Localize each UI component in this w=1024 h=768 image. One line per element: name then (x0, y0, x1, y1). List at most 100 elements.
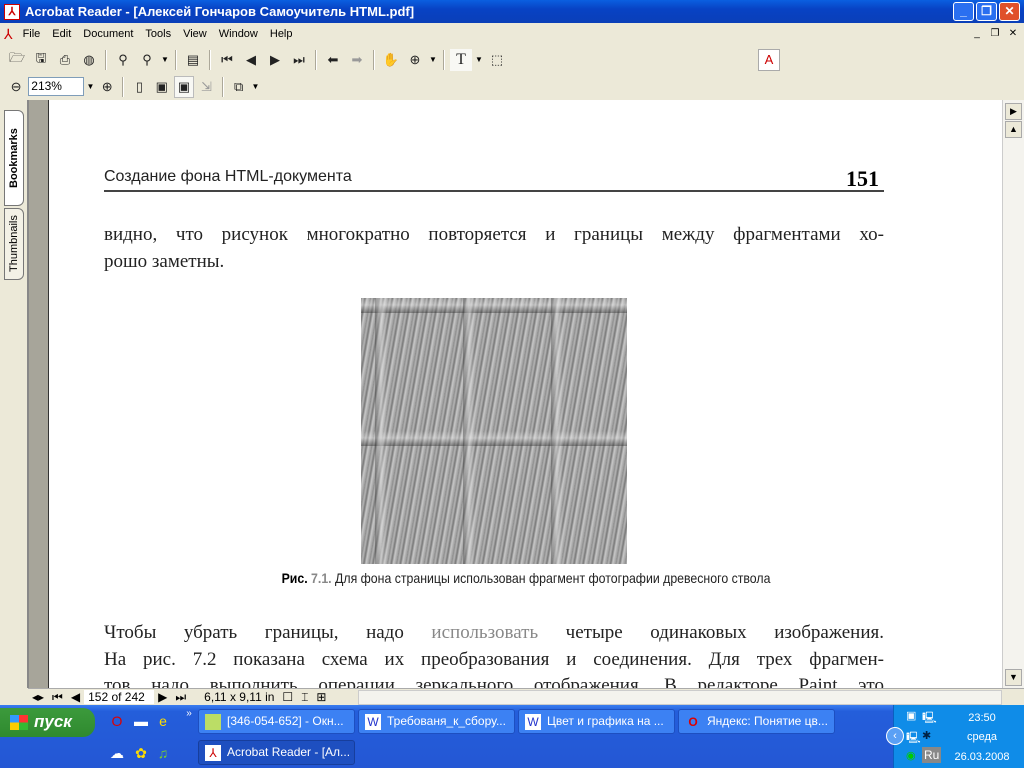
menu-file[interactable]: File (17, 28, 47, 40)
scroll-up-icon[interactable]: ▲ (1005, 121, 1022, 138)
prev-page-icon[interactable]: ◀ (67, 690, 84, 704)
fit-page-icon[interactable]: ▣ (152, 76, 172, 98)
first-page-icon[interactable]: ⏮ (48, 690, 67, 705)
menu-view[interactable]: View (177, 28, 213, 40)
fit-width-icon[interactable]: ▣ (173, 75, 195, 98)
caption-label: Рис. (281, 570, 308, 586)
facing-pages-icon[interactable]: ⊞ (312, 690, 330, 704)
chevron-down-icon[interactable]: ▼ (160, 55, 170, 64)
email-icon[interactable]: ◍ (78, 49, 100, 71)
network-icon[interactable]: 🖳 (906, 729, 921, 748)
zoom-out-icon[interactable]: ⊖ (6, 76, 26, 98)
actual-size-icon[interactable]: ▯ (129, 76, 149, 98)
qip-icon[interactable]: ✿ (132, 745, 150, 763)
minimize-button[interactable]: _ (953, 2, 974, 21)
last-page-icon[interactable]: ⏭ (171, 690, 190, 705)
task-qip-window[interactable]: [346-054-652] - Окн... (198, 709, 355, 734)
go-back-icon[interactable]: ⬅ (322, 49, 344, 71)
task-acrobat-reader[interactable]: ⅄ Acrobat Reader - [Ал... (198, 740, 355, 765)
mp3cut-icon[interactable]: ♫ (154, 745, 172, 763)
close-button[interactable]: ✕ (999, 2, 1020, 21)
zoom-in-icon[interactable]: ⊕ (97, 76, 117, 98)
menu-document[interactable]: Document (77, 28, 139, 40)
bag-icon[interactable]: ▣ (906, 709, 916, 722)
pdf-page: Создание фона HTML-документа 151 видно, … (49, 100, 1002, 688)
show-navpane-icon[interactable]: ▤ (182, 49, 204, 71)
menu-tools[interactable]: Tools (139, 28, 177, 40)
text-span: четыре одинаковых изображения. (538, 622, 884, 643)
running-head: Создание фона HTML-документа (104, 168, 352, 185)
task-word-doc-1[interactable]: W Требованя_к_сбору... (358, 709, 515, 734)
split-handle-icon[interactable]: ◂▸ (28, 690, 48, 704)
chevron-down-icon[interactable]: ▼ (474, 55, 484, 64)
opera-icon[interactable]: O (108, 713, 126, 731)
search-icon[interactable]: ⚲ (136, 49, 158, 71)
task-word-doc-2[interactable]: W Цвет и графика на ... (518, 709, 675, 734)
page-number: 151 (846, 166, 879, 191)
chevron-down-icon[interactable]: ▼ (86, 82, 95, 91)
title-bar: ⅄ Acrobat Reader - [Алексей Гончаров Сам… (0, 0, 1024, 23)
internet-explorer-icon[interactable]: e (154, 713, 172, 731)
separator (443, 49, 445, 70)
menu-edit[interactable]: Edit (46, 28, 77, 40)
tab-bookmarks[interactable]: Bookmarks (4, 110, 24, 206)
word-icon: W (525, 714, 541, 730)
task-label: Требованя_к_сбору... (387, 714, 506, 728)
network-icon[interactable]: 🖳 (922, 709, 937, 728)
first-page-icon[interactable]: ⏮ (216, 49, 238, 71)
find-icon[interactable]: ⚲ (112, 49, 134, 71)
status-bar: ◂▸ ⏮ ◀ 152 of 242 ▶ ⏭ 6,11 x 9,11 in ☐ ⌶… (28, 688, 1024, 705)
window-title: Acrobat Reader - [Алексей Гончаров Самоу… (25, 4, 415, 19)
next-page-icon[interactable]: ▶ (154, 690, 171, 704)
menu-window[interactable]: Window (213, 28, 264, 40)
task-opera-yandex[interactable]: O Яндекс: Понятие цв... (678, 709, 835, 734)
adobe-logo-icon[interactable]: A (758, 48, 780, 71)
document-view: Создание фона HTML-документа 151 видно, … (48, 100, 1002, 688)
doc-minimize-button[interactable]: _ (970, 27, 984, 41)
cloud-icon[interactable]: ☁ (108, 745, 126, 763)
taskbar: пуск O ▬ e » ☁ ✿ ♫ [346-054-652] - Окн..… (0, 705, 1024, 768)
acrobat-icon: ⅄ (4, 3, 20, 20)
scroll-page-icon[interactable]: ▶ (1005, 103, 1022, 120)
chevron-right-icon[interactable]: » (180, 708, 198, 726)
menu-help[interactable]: Help (264, 28, 299, 40)
caption-text: Для фона страницы использован фрагмент ф… (335, 570, 771, 586)
chevron-down-icon[interactable]: ▼ (251, 82, 260, 91)
clock-time[interactable]: 23:50 (942, 712, 1022, 724)
single-page-icon[interactable]: ☐ (278, 690, 297, 704)
prev-page-icon[interactable]: ◀ (240, 49, 262, 71)
language-indicator[interactable]: Ru (922, 747, 942, 763)
save-icon[interactable]: 🖫 (30, 49, 52, 71)
tab-thumbnails[interactable]: Thumbnails (4, 208, 24, 280)
show-hidden-icons-button[interactable]: ‹ (886, 727, 904, 745)
eye-icon[interactable]: ◉ (906, 749, 916, 762)
vertical-scrollbar[interactable]: ▶ ▲ ▼ (1002, 100, 1024, 688)
zoom-input[interactable]: 213% (28, 77, 84, 96)
chevron-down-icon[interactable]: ▼ (428, 55, 438, 64)
document-gutter (28, 100, 48, 688)
graphics-select-icon[interactable]: ⬚ (486, 49, 508, 71)
hand-tool-icon[interactable]: ✋ (380, 49, 402, 71)
doc-close-button[interactable]: ✕ (1006, 27, 1020, 41)
fit-visible-icon[interactable]: ⇲ (196, 76, 216, 98)
print-icon[interactable]: ⎙ (54, 49, 76, 71)
go-forward-icon[interactable]: ➡ (346, 49, 368, 71)
rotate-view-icon[interactable]: ⧉ (229, 76, 249, 98)
page-number-field[interactable]: 152 of 242 (84, 690, 155, 704)
drive-icon[interactable]: ▬ (132, 713, 150, 731)
text-line: видно, что рисунок многократно повторяет… (104, 224, 884, 245)
last-page-icon[interactable]: ⏭ (288, 49, 310, 71)
qip-status-icon[interactable]: ✱ (922, 729, 931, 742)
text-line: рошо заметны. (104, 251, 225, 272)
maximize-button[interactable]: ❐ (976, 2, 997, 21)
next-page-icon[interactable]: ▶ (264, 49, 286, 71)
scroll-down-icon[interactable]: ▼ (1005, 669, 1022, 686)
start-button[interactable]: пуск (0, 708, 95, 737)
zoom-tool-icon[interactable]: ⊕ (404, 49, 426, 71)
continuous-icon[interactable]: ⌶ (297, 690, 312, 705)
text-select-icon[interactable]: T (450, 48, 472, 71)
horizontal-scrollbar[interactable] (358, 690, 1002, 705)
acrobat-icon: ⅄ (205, 745, 221, 761)
doc-restore-button[interactable]: ❐ (988, 27, 1002, 41)
open-icon[interactable]: 🗁 (6, 49, 28, 71)
